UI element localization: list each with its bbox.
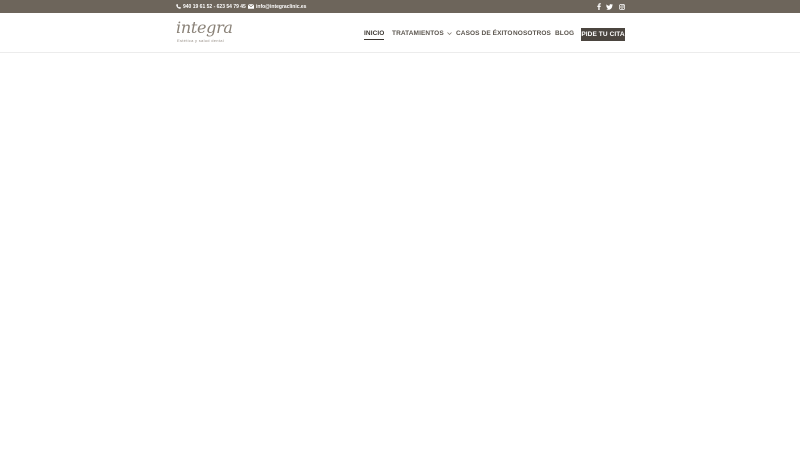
email-link[interactable]: info@integraclinic.es	[248, 0, 306, 13]
nav-item-nosotros[interactable]: NOSOTROS	[513, 30, 551, 37]
pide-tu-cita-button[interactable]: PIDE TU CITA	[581, 28, 625, 41]
instagram-icon[interactable]	[617, 0, 626, 13]
logo-tagline: Estética y salud dental	[177, 38, 224, 43]
nav-item-inicio[interactable]: INICIO	[364, 30, 385, 40]
integra-logo[interactable]: integra Estética y salud dental	[176, 19, 233, 45]
twitter-icon[interactable]	[605, 0, 614, 13]
email-address: info@integraclinic.es	[256, 3, 307, 10]
nav-item-tratamientos[interactable]: TRATAMIENTOS	[392, 30, 452, 37]
facebook-icon[interactable]	[594, 0, 603, 13]
nav-item-casos-de-exito[interactable]: CASOS DE ÉXITO	[456, 30, 513, 37]
phone-icon	[176, 4, 181, 9]
nav-item-tratamientos-label: TRATAMIENTOS	[392, 30, 444, 37]
main-content	[0, 53, 800, 450]
logo-wordmark: integra	[176, 18, 233, 37]
envelope-icon	[248, 4, 254, 9]
chevron-down-icon	[447, 32, 452, 35]
phone-link[interactable]: 940 19 61 52 - 623 54 79 45	[176, 0, 246, 13]
phone-number: 940 19 61 52 - 623 54 79 45	[183, 3, 246, 10]
nav-item-blog[interactable]: BLOG	[555, 30, 574, 37]
top-bar: 940 19 61 52 - 623 54 79 45 info@integra…	[0, 0, 800, 13]
